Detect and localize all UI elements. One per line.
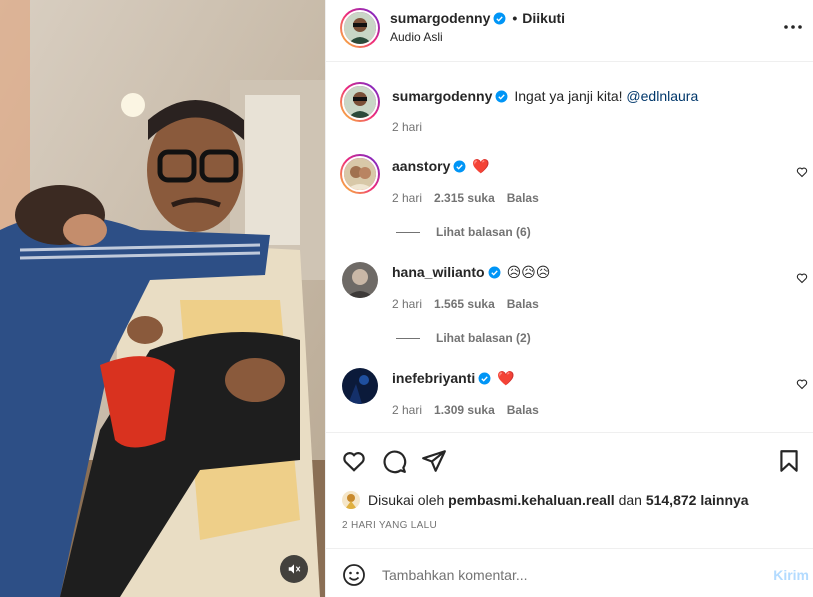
commenter-avatar[interactable] [340, 82, 380, 122]
commenter-avatar[interactable] [340, 154, 380, 194]
author-avatar[interactable] [340, 8, 380, 48]
post-action-bar [326, 432, 813, 488]
more-options-button[interactable] [780, 17, 806, 37]
author-username[interactable]: sumargodenny [390, 10, 490, 26]
view-replies-button[interactable]: Lihat balasan (2) [396, 331, 531, 345]
emoji-icon[interactable] [342, 563, 366, 587]
comment-body: Ingat ya janji kita! [514, 88, 623, 104]
comment-username[interactable]: inefebriyanti [392, 370, 475, 386]
comment-body: ❤️ [497, 370, 515, 386]
comment-username[interactable]: hana_wilianto [392, 264, 485, 280]
post-header: sumargodenny • Diikuti Audio Asli [326, 0, 813, 62]
view-replies-label: Lihat balasan (2) [436, 331, 531, 345]
comment-heart-icon[interactable] [796, 166, 808, 178]
caption-comment: sumargodenny Ingat ya janji kita! @edlnla… [326, 80, 813, 140]
comment-heart-icon[interactable] [796, 378, 808, 390]
verified-badge-icon [453, 160, 466, 173]
liker-username[interactable]: pembasmi.kehaluan.reall [448, 492, 615, 508]
comment-time[interactable]: 2 hari [392, 297, 422, 311]
liker-avatar[interactable] [342, 491, 360, 509]
commenter-avatar-image [342, 368, 378, 404]
verified-badge-icon [495, 90, 508, 103]
comment-item: hana_wilianto 😥😥😥 2 hari 1.565 suka Balas L… [326, 258, 813, 358]
replies-line [396, 337, 420, 339]
comment-meta: 2 hari 1.309 suka Balas [392, 403, 551, 417]
comment-username[interactable]: sumargodenny [392, 88, 492, 104]
comment-likes[interactable]: 1.565 suka [434, 297, 495, 311]
author-line: sumargodenny • Diikuti [390, 10, 565, 26]
comment-body: ❤️ [472, 158, 490, 174]
reply-button[interactable]: Balas [507, 191, 539, 205]
view-replies-label: Lihat balasan (6) [436, 225, 531, 239]
comment-item: inefebriyanti ❤️ 2 hari 1.309 suka Balas [326, 364, 813, 428]
post-side-panel: sumargodenny • Diikuti Audio Asli sumarg… [325, 0, 813, 597]
more-options-icon [784, 25, 802, 29]
separator-dot: • [512, 10, 518, 26]
comment-text: aanstory ❤️ [392, 158, 490, 175]
comment-text: hana_wilianto 😥😥😥 [392, 264, 550, 281]
add-comment-bar: Kirim [326, 548, 813, 597]
post-dialog: sumargodenny • Diikuti Audio Asli sumarg… [0, 0, 813, 597]
comment-input[interactable] [382, 561, 762, 589]
bookmark-icon[interactable] [776, 448, 802, 474]
likes-count[interactable]: 514,872 lainnya [646, 492, 749, 508]
comment-meta: 2 hari 2.315 suka Balas [392, 191, 551, 205]
muted-speaker-icon [288, 564, 301, 574]
comment-time[interactable]: 2 hari [392, 191, 422, 205]
comment-time[interactable]: 2 hari [392, 120, 422, 134]
mention-link[interactable]: @edlnlaura [626, 88, 698, 104]
following-button[interactable]: Diikuti [522, 10, 565, 26]
post-comment-button[interactable]: Kirim [773, 567, 809, 583]
send-icon[interactable] [421, 448, 447, 474]
post-timestamp[interactable]: 2 HARI YANG LALU [342, 520, 437, 531]
comment-username[interactable]: aanstory [392, 158, 450, 174]
comment-likes[interactable]: 2.315 suka [434, 191, 495, 205]
video-frame [0, 0, 325, 597]
verified-badge-icon [478, 372, 491, 385]
post-video[interactable] [0, 0, 325, 597]
likes-middle: dan [618, 492, 642, 508]
replies-line [396, 231, 420, 233]
commenter-avatar-image [342, 262, 378, 298]
commenter-avatar[interactable] [342, 368, 378, 404]
verified-badge-icon [493, 12, 506, 25]
view-replies-button[interactable]: Lihat balasan (6) [396, 225, 531, 239]
comment-text: inefebriyanti ❤️ [392, 370, 515, 387]
commenter-avatar-image [344, 158, 376, 190]
heart-icon[interactable] [341, 448, 367, 474]
comment-heart-icon[interactable] [796, 272, 808, 284]
reply-button[interactable]: Balas [507, 297, 539, 311]
commenter-avatar-image [344, 86, 376, 118]
likes-summary: Disukai oleh pembasmi.kehaluan.reall dan… [342, 491, 749, 509]
author-avatar-image [344, 12, 376, 44]
audio-label[interactable]: Audio Asli [390, 30, 443, 44]
comment-likes[interactable]: 1.309 suka [434, 403, 495, 417]
verified-badge-icon [488, 266, 501, 279]
comments-list: sumargodenny Ingat ya janji kita! @edlnla… [326, 62, 813, 432]
comment-icon[interactable] [381, 448, 407, 474]
commenter-avatar[interactable] [342, 262, 378, 298]
liker-avatar-image [342, 491, 360, 509]
comment-text: sumargodenny Ingat ya janji kita! @edlnla… [392, 88, 698, 104]
likes-prefix: Disukai oleh [368, 492, 445, 508]
comment-item: aanstory ❤️ 2 hari 2.315 suka Balas Lihat b… [326, 152, 813, 252]
comment-body: 😥😥😥 [506, 264, 551, 280]
comment-meta: 2 hari 1.565 suka Balas [392, 297, 551, 311]
mute-button[interactable] [280, 555, 308, 583]
comment-time[interactable]: 2 hari [392, 403, 422, 417]
comment-meta: 2 hari [392, 120, 434, 134]
reply-button[interactable]: Balas [507, 403, 539, 417]
